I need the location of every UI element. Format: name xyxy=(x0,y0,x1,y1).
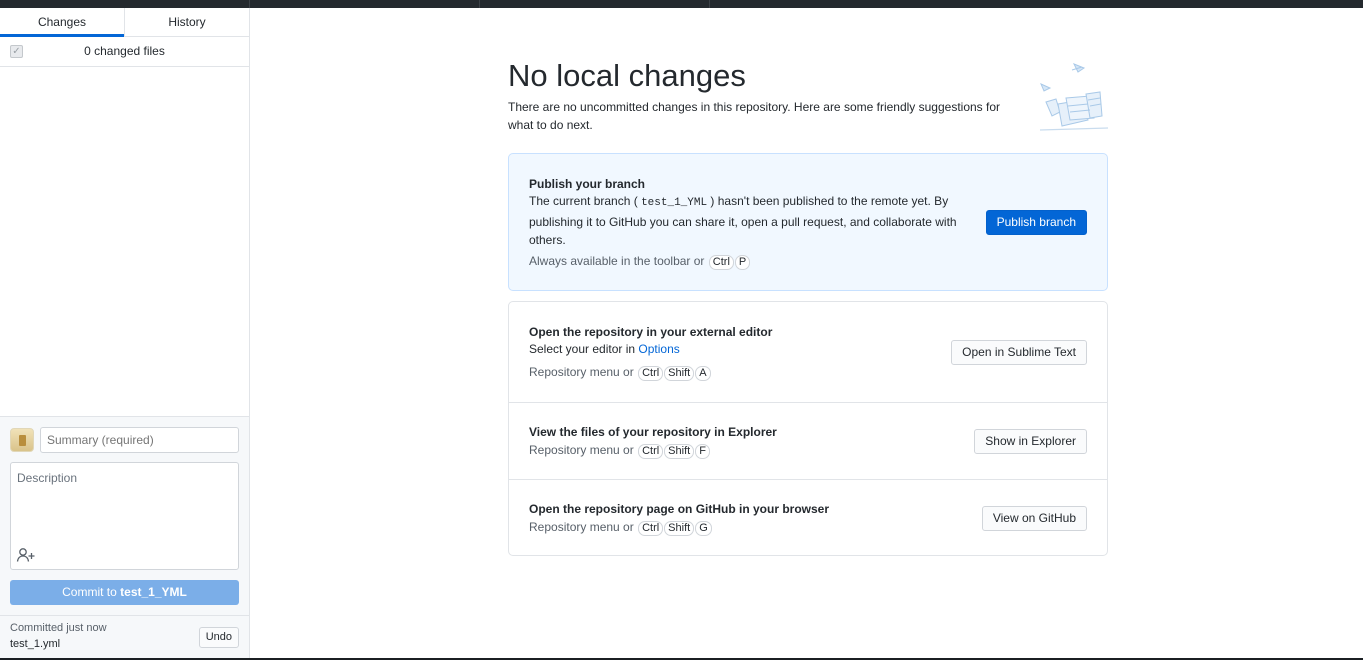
editor-text: Select your editor in xyxy=(529,342,636,356)
last-commit-time: Committed just now xyxy=(10,622,107,634)
options-link[interactable]: Options xyxy=(638,342,679,356)
commit-branch-name: test_1_YML xyxy=(120,585,187,599)
toolbar-separator xyxy=(709,0,710,8)
toolbar-separator xyxy=(479,0,480,8)
empty-state-illustration xyxy=(1039,63,1109,131)
key-ctrl: Ctrl xyxy=(638,521,664,536)
tab-history[interactable]: History xyxy=(124,8,249,36)
publish-hint-text: Always available in the toolbar or xyxy=(529,254,705,268)
publish-description: The current branch ( test_1_YML ) hasn't… xyxy=(529,192,959,250)
github-shortcut-hint: Repository menu or Ctrl Shift G xyxy=(529,520,712,536)
github-hint-text: Repository menu or xyxy=(529,520,634,534)
publish-heading: Publish your branch xyxy=(529,177,646,191)
commit-button[interactable]: Commit to test_1_YML xyxy=(10,580,239,605)
publish-branch-button[interactable]: Publish branch xyxy=(985,210,1087,235)
commit-form: Description Commit to test_1_YML xyxy=(0,416,249,615)
key-ctrl: Ctrl xyxy=(638,444,664,459)
editor-description: Select your editor in Options xyxy=(529,340,959,359)
add-coauthor-icon[interactable] xyxy=(16,547,36,563)
key-p: P xyxy=(734,255,751,270)
changed-files-count: 0 changed files xyxy=(84,44,165,58)
sidebar-tabs: Changes History xyxy=(0,8,249,37)
publish-shortcut-hint: Always available in the toolbar or Ctrl P xyxy=(529,254,751,270)
explorer-heading: View the files of your repository in Exp… xyxy=(529,425,777,439)
github-heading: Open the repository page on GitHub in yo… xyxy=(529,502,830,516)
github-suggestion: Open the repository page on GitHub in yo… xyxy=(509,479,1107,555)
view-on-github-button[interactable]: View on GitHub xyxy=(981,506,1087,531)
last-commit-panel: Committed just now test_1.yml Undo xyxy=(0,615,249,658)
editor-shortcut-hint: Repository menu or Ctrl Shift A xyxy=(529,365,711,381)
key-shift: Shift xyxy=(664,521,695,536)
open-in-editor-button[interactable]: Open in Sublime Text xyxy=(951,340,1087,365)
undo-button[interactable]: Undo xyxy=(198,627,239,648)
publish-branch-card: Publish your branch The current branch (… xyxy=(508,153,1108,291)
explorer-suggestion: View the files of your repository in Exp… xyxy=(509,402,1107,479)
key-g: G xyxy=(695,521,712,536)
key-ctrl: Ctrl xyxy=(708,255,734,270)
select-all-checkbox[interactable]: ✓ xyxy=(10,45,23,58)
tab-changes[interactable]: Changes xyxy=(0,8,124,37)
page-subtitle: There are no uncommitted changes in this… xyxy=(508,100,1001,132)
no-changes-view: No local changes There are no uncommitte… xyxy=(508,56,1109,556)
commit-button-prefix: Commit to xyxy=(62,585,121,599)
suggestions-card: Open the repository in your external edi… xyxy=(508,301,1108,556)
changed-files-header: ✓ 0 changed files xyxy=(0,37,249,67)
last-commit-message: test_1.yml xyxy=(10,638,61,650)
editor-suggestion: Open the repository in your external edi… xyxy=(509,302,1107,402)
branch-name: test_1_YML xyxy=(641,197,708,209)
explorer-shortcut-hint: Repository menu or Ctrl Shift F xyxy=(529,443,710,459)
page-title: No local changes xyxy=(508,58,746,93)
title-bar xyxy=(0,0,1363,8)
key-shift: Shift xyxy=(664,366,695,381)
sidebar: Changes History ✓ 0 changed files Descri… xyxy=(0,8,250,658)
key-a: A xyxy=(695,366,711,381)
description-field[interactable]: Description xyxy=(10,462,239,570)
key-ctrl: Ctrl xyxy=(638,366,664,381)
key-f: F xyxy=(695,444,710,459)
description-placeholder: Description xyxy=(17,471,78,485)
summary-input[interactable] xyxy=(40,427,239,453)
toolbar-separator xyxy=(249,0,250,8)
explorer-hint-text: Repository menu or xyxy=(529,443,634,457)
editor-hint-text: Repository menu or xyxy=(529,365,634,379)
avatar xyxy=(10,428,34,452)
show-in-explorer-button[interactable]: Show in Explorer xyxy=(974,429,1087,454)
publish-text-before: The current branch ( xyxy=(529,194,638,208)
editor-heading: Open the repository in your external edi… xyxy=(529,325,773,339)
key-shift: Shift xyxy=(664,444,695,459)
